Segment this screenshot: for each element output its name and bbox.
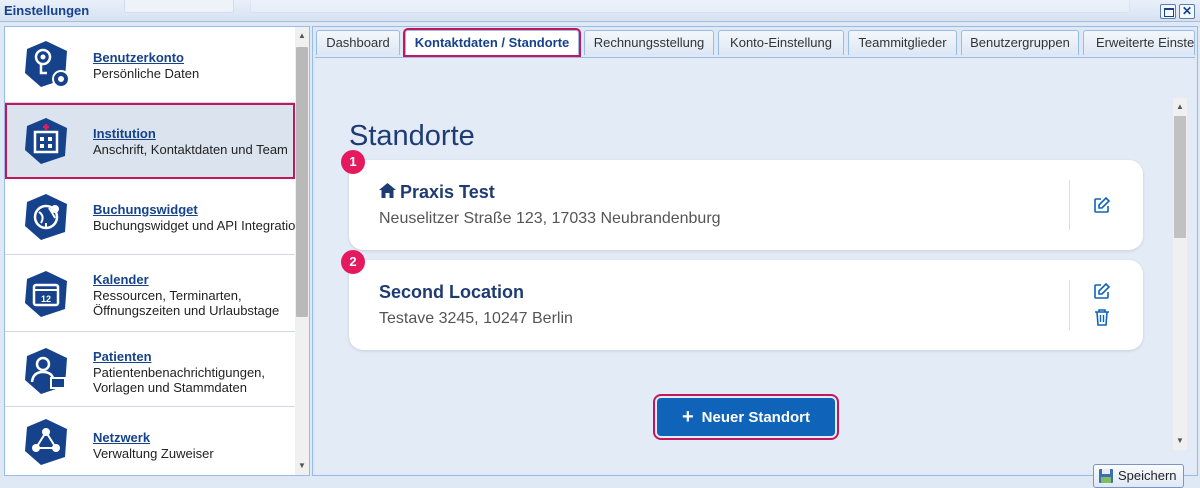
save-button[interactable]: Speichern [1093,464,1184,488]
tab-kontaktdaten-standorte[interactable]: Kontaktdaten / Standorte [403,28,581,57]
scroll-down-icon[interactable]: ▼ [295,459,309,473]
sidebar-item-subtitle: Persönliche Daten [93,66,200,81]
edit-icon[interactable] [1093,282,1111,300]
add-location-button[interactable]: + Neuer Standort [653,394,839,440]
card-divider [1069,280,1070,330]
patient-icon [25,348,67,394]
settings-sidebar: Benutzerkonto Persönliche Daten Institut… [4,26,310,476]
tab-benutzergruppen[interactable]: Benutzergruppen [961,30,1079,55]
location-name: Praxis Test [400,182,495,202]
hospital-icon [25,118,67,164]
sidebar-item-subtitle: Verwaltung Zuweiser [93,446,214,461]
content-scrollbar-thumb[interactable] [1174,116,1186,238]
location-card: Second Location Testave 3245, 10247 Berl… [349,260,1143,350]
sidebar-item-kalender[interactable]: 12 Kalender Ressourcen, Terminarten, Öff… [5,255,295,332]
sidebar-scrollbar-thumb[interactable] [296,47,308,317]
sidebar-item-buchungswidget[interactable]: Buchungswidget Buchungswidget und API In… [5,179,295,255]
card-divider [1069,180,1070,230]
location-number-badge: 2 [341,250,365,274]
settings-main-panel: Dashboard Kontaktdaten / Standorte Rechn… [312,26,1198,488]
page-title: Standorte [349,120,475,152]
sidebar-item-institution[interactable]: Institution Anschrift, Kontaktdaten und … [5,103,295,179]
edit-icon[interactable] [1093,196,1111,214]
location-card: Praxis Test Neuselitzer Straße 123, 1703… [349,160,1143,250]
background-strip [250,0,1130,13]
scroll-down-icon[interactable]: ▼ [1173,434,1187,448]
calendar-icon: 12 [25,271,67,317]
tab-teammitglieder[interactable]: Teammitglieder [848,30,957,55]
tab-konto-einstellung[interactable]: Konto-Einstellung [718,30,844,55]
close-button[interactable]: ✕ [1179,4,1195,19]
sidebar-item-subtitle: Buchungswidget und API Integration [93,218,295,233]
window-titlebar: Einstellungen ✕ [0,0,1200,22]
home-icon [379,183,396,198]
maximize-button[interactable] [1160,4,1176,19]
scroll-up-icon[interactable]: ▲ [295,29,309,43]
sidebar-item-title: Institution [93,126,156,141]
add-location-label: Neuer Standort [701,409,811,426]
location-name-row: Praxis Test [379,182,495,203]
location-name: Second Location [379,282,525,302]
location-address: Neuselitzer Straße 123, 17033 Neubranden… [379,210,721,227]
scroll-up-icon[interactable]: ▲ [1173,100,1187,114]
user-settings-icon [25,41,70,88]
sidebar-item-subtitle: Vorlagen und Stammdaten [93,380,247,395]
sidebar-item-netzwerk[interactable]: Netzwerk Verwaltung Zuweiser [5,407,295,475]
sidebar-item-subtitle: Patientenbenachrichtigungen, [93,365,266,380]
sidebar-item-title: Netzwerk [93,430,151,445]
window-title: Einstellungen [4,3,90,18]
tab-erweiterte-einstellungen[interactable]: Erweiterte Einstel [1083,30,1195,55]
standorte-content: Standorte Praxis Test Neuselitzer Straße… [315,57,1195,488]
location-number-badge: 1 [341,150,365,174]
globe-widget-icon [25,194,67,240]
tab-dashboard[interactable]: Dashboard [316,30,400,55]
sidebar-item-subtitle: Ressourcen, Terminarten, [93,288,242,303]
sidebar-item-subtitle: Anschrift, Kontaktdaten und Team [93,142,288,157]
sidebar-item-patienten[interactable]: Patienten Patientenbenachrichtigungen, V… [5,332,295,407]
plus-icon: + [681,406,694,428]
trash-icon[interactable] [1093,308,1111,326]
sidebar-item-subtitle: Öffnungszeiten und Urlaubstage [93,303,280,318]
location-address: Testave 3245, 10247 Berlin [379,310,573,327]
network-icon [25,419,67,465]
svg-text:12: 12 [41,294,51,304]
sidebar-item-benutzerkonto[interactable]: Benutzerkonto Persönliche Daten [5,27,295,103]
background-tab [124,0,234,13]
sidebar-item-title: Buchungswidget [93,202,198,217]
tab-rechnungsstellung[interactable]: Rechnungsstellung [584,30,714,55]
sidebar-item-title: Kalender [93,272,149,287]
sidebar-item-title: Benutzerkonto [93,50,184,65]
save-label: Speichern [1118,468,1177,483]
sidebar-item-title: Patienten [93,349,152,364]
